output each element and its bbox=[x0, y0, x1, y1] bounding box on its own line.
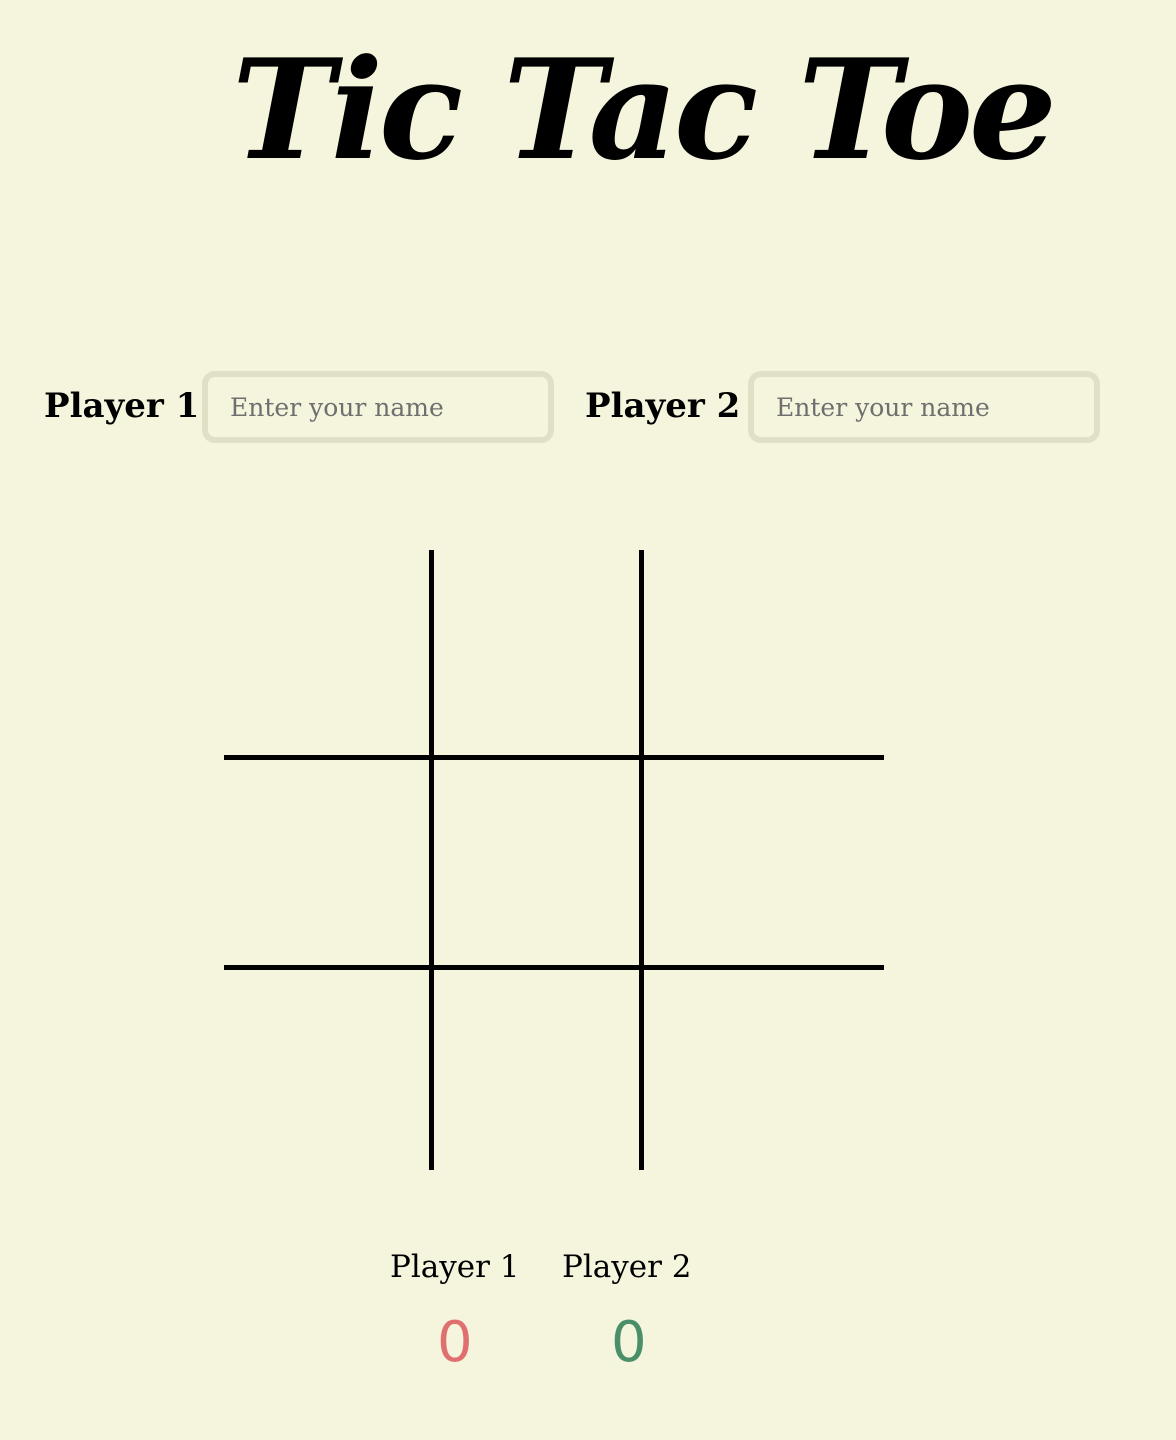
board-cell-9[interactable] bbox=[644, 970, 884, 1170]
scoreboard-player1-label: Player 1 bbox=[390, 1249, 520, 1285]
player1-label: Player 1 bbox=[44, 386, 200, 426]
player1-score: 0 bbox=[437, 1310, 473, 1375]
player2-label: Player 2 bbox=[585, 386, 741, 426]
board-cell-8[interactable] bbox=[434, 970, 644, 1170]
board-cell-1[interactable] bbox=[224, 550, 434, 760]
board-cell-3[interactable] bbox=[644, 550, 884, 760]
board-cell-4[interactable] bbox=[224, 760, 434, 970]
board-cell-6[interactable] bbox=[644, 760, 884, 970]
board-cell-2[interactable] bbox=[434, 550, 644, 760]
player2-score: 0 bbox=[611, 1310, 647, 1375]
scoreboard-player2-label: Player 2 bbox=[562, 1249, 692, 1285]
board-cell-5[interactable] bbox=[434, 760, 644, 970]
player1-name-input[interactable] bbox=[202, 371, 554, 443]
board-cell-7[interactable] bbox=[224, 970, 434, 1170]
game-title: Tic Tac Toe bbox=[232, 28, 1057, 191]
game-board bbox=[224, 550, 884, 1170]
player2-name-input[interactable] bbox=[748, 371, 1100, 443]
